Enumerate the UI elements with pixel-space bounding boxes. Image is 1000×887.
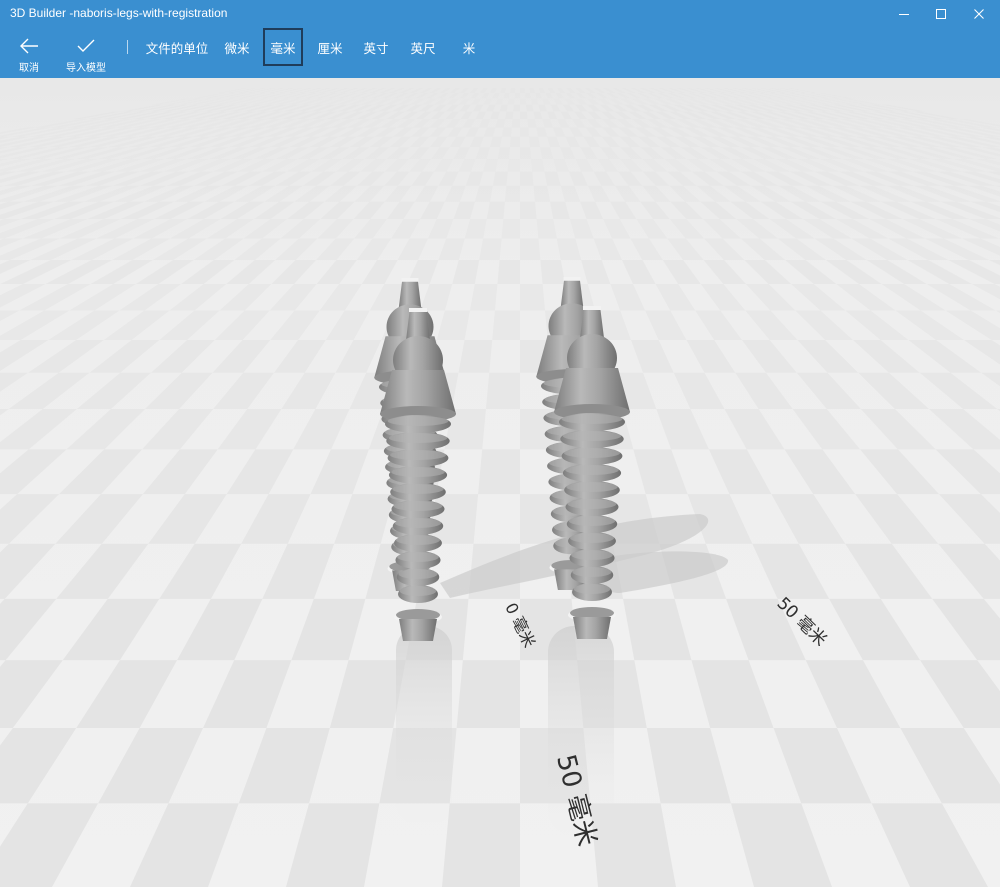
import-model-button[interactable]: 导入模型 xyxy=(62,28,110,78)
toolbar: 取消 导入模型 文件的单位 微米 毫米 厘米 英寸 英尺 米 xyxy=(0,28,1000,78)
close-button[interactable] xyxy=(961,0,997,28)
units-heading: 文件的单位 xyxy=(145,40,209,56)
arrow-left-icon xyxy=(20,38,38,54)
close-icon xyxy=(974,9,984,19)
app-window: 3D Builder -naboris-legs-with-registrati… xyxy=(0,0,1000,887)
toolbar-separator xyxy=(127,40,128,54)
maximize-button[interactable] xyxy=(923,0,959,28)
unit-inch-button[interactable]: 英寸 xyxy=(357,28,395,66)
window-title: 3D Builder -naboris-legs-with-registrati… xyxy=(10,6,228,20)
unit-foot-button[interactable]: 英尺 xyxy=(404,28,442,66)
unit-meter-button[interactable]: 米 xyxy=(452,28,486,66)
minimize-icon xyxy=(899,14,909,15)
minimize-button[interactable] xyxy=(886,0,922,28)
cancel-label: 取消 xyxy=(19,63,39,74)
title-bar: 3D Builder -naboris-legs-with-registrati… xyxy=(0,0,1000,28)
cancel-button[interactable]: 取消 xyxy=(10,28,48,78)
import-model-label: 导入模型 xyxy=(66,63,106,74)
scene-canvas xyxy=(0,78,1000,887)
checkmark-icon xyxy=(77,39,95,52)
unit-millimeter-button[interactable]: 毫米 xyxy=(263,28,303,66)
maximize-icon xyxy=(936,9,946,19)
unit-centimeter-button[interactable]: 厘米 xyxy=(311,28,349,66)
3d-viewport[interactable]: 0 毫米 50 毫米 50 毫米 xyxy=(0,78,1000,887)
unit-micrometer-button[interactable]: 微米 xyxy=(218,28,256,66)
